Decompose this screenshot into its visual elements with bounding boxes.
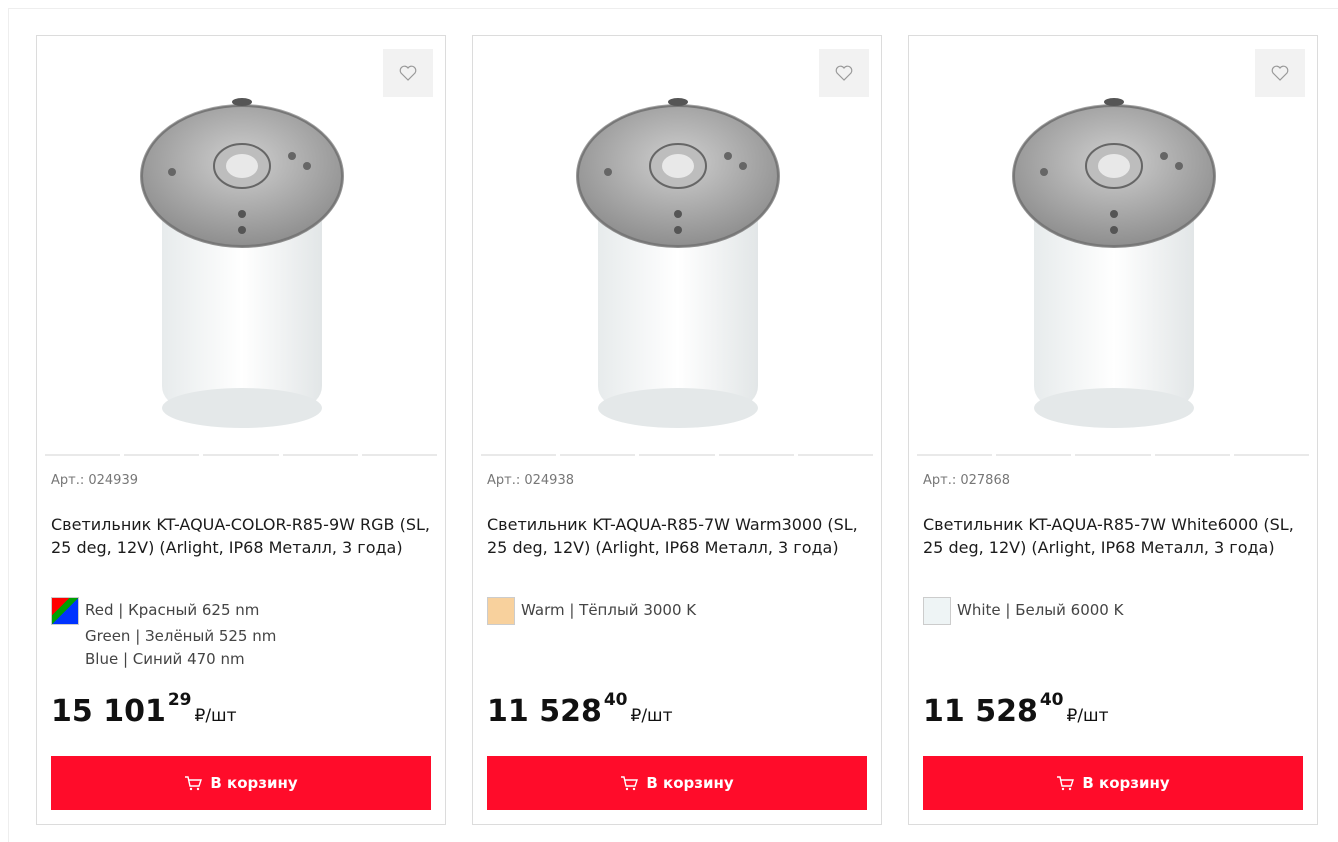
add-to-cart-button[interactable]: В корзину: [923, 756, 1303, 810]
price-unit: ₽/шт: [630, 706, 673, 726]
spec-line: Warm | Тёплый 3000 K: [521, 601, 697, 619]
image-slider-indicators[interactable]: [45, 454, 438, 456]
product-card[interactable]: Арт.: 024939 Светильник KT-AQUA-COLOR-R8…: [36, 35, 446, 825]
price-fraction: 40: [603, 690, 628, 710]
rgb-swatch-icon: [51, 597, 79, 625]
warm-swatch-icon: [487, 597, 515, 625]
add-to-cart-label: В корзину: [1082, 774, 1170, 792]
cart-icon: [621, 776, 639, 791]
price-integer: 11 528: [923, 694, 1038, 729]
price-fraction: 40: [1039, 690, 1064, 710]
image-slider-indicators[interactable]: [481, 454, 874, 456]
article-number: Арт.: 024939: [51, 473, 138, 488]
spec-line: White | Белый 6000 K: [957, 601, 1124, 619]
article-number: Арт.: 024938: [487, 473, 574, 488]
product-card[interactable]: Арт.: 024938 Светильник KT-AQUA-R85-7W W…: [472, 35, 882, 825]
cart-icon: [185, 776, 203, 791]
price-integer: 11 528: [487, 694, 602, 729]
article-number: Арт.: 027868: [923, 473, 1010, 488]
add-to-cart-button[interactable]: В корзину: [51, 756, 431, 810]
spec-line: Green | Зелёный 525 nm: [85, 627, 277, 645]
heart-icon: [835, 65, 853, 81]
cart-icon: [1057, 776, 1075, 791]
spec-line: Red | Красный 625 nm: [85, 601, 260, 619]
product-title[interactable]: Светильник KT-AQUA-R85-7W Warm3000 (SL, …: [487, 513, 872, 559]
color-specs: Warm | Тёплый 3000 K: [487, 597, 697, 625]
price: 15 101 29₽/шт: [51, 690, 237, 729]
favorite-button[interactable]: [383, 49, 433, 97]
lamp-image: [140, 98, 344, 428]
white-swatch-icon: [923, 597, 951, 625]
price-fraction: 29: [167, 690, 192, 710]
price: 11 528 40₽/шт: [487, 690, 673, 729]
favorite-button[interactable]: [819, 49, 869, 97]
add-to-cart-label: В корзину: [646, 774, 734, 792]
color-specs: Red | Красный 625 nm Green | Зелёный 525…: [51, 597, 277, 671]
product-image[interactable]: [909, 36, 1317, 456]
color-specs: White | Белый 6000 K: [923, 597, 1124, 625]
price: 11 528 40₽/шт: [923, 690, 1109, 729]
add-to-cart-label: В корзину: [210, 774, 298, 792]
heart-icon: [399, 65, 417, 81]
price-integer: 15 101: [51, 694, 166, 729]
product-title[interactable]: Светильник KT-AQUA-R85-7W White6000 (SL,…: [923, 513, 1308, 559]
lamp-image: [1012, 98, 1216, 428]
lamp-image: [576, 98, 780, 428]
price-unit: ₽/шт: [1066, 706, 1109, 726]
price-unit: ₽/шт: [194, 706, 237, 726]
add-to-cart-button[interactable]: В корзину: [487, 756, 867, 810]
favorite-button[interactable]: [1255, 49, 1305, 97]
product-title[interactable]: Светильник KT-AQUA-COLOR-R85-9W RGB (SL,…: [51, 513, 436, 559]
product-image[interactable]: [37, 36, 445, 456]
product-card[interactable]: Арт.: 027868 Светильник KT-AQUA-R85-7W W…: [908, 35, 1318, 825]
product-image[interactable]: [473, 36, 881, 456]
spec-line: Blue | Синий 470 nm: [85, 650, 245, 668]
image-slider-indicators[interactable]: [917, 454, 1310, 456]
heart-icon: [1271, 65, 1289, 81]
